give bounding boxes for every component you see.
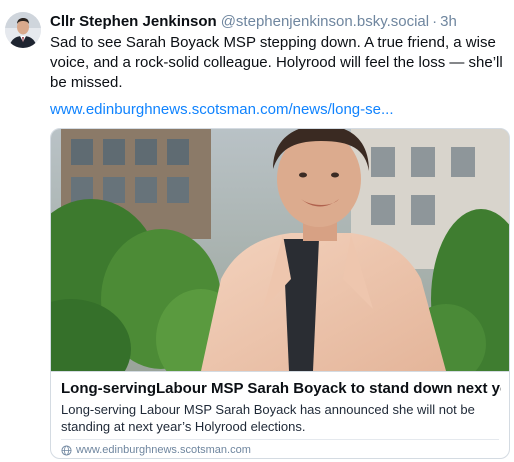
card-domain: www.edinburghnews.scotsman.com bbox=[76, 444, 251, 456]
post-header: Cllr Stephen Jenkinson @stephenjenkinson.… bbox=[50, 12, 510, 32]
feed-post[interactable]: Cllr Stephen Jenkinson @stephenjenkinson.… bbox=[0, 0, 514, 462]
globe-icon bbox=[61, 444, 72, 456]
post-timestamp[interactable]: 3h bbox=[440, 13, 457, 30]
card-image bbox=[51, 129, 509, 371]
avatar-image bbox=[5, 12, 41, 48]
card-footer-divider bbox=[61, 439, 499, 440]
author-avatar[interactable] bbox=[5, 12, 41, 48]
card-divider bbox=[51, 371, 509, 372]
author-name[interactable]: Cllr Stephen Jenkinson bbox=[50, 13, 217, 30]
post-text: Sad to see Sarah Boyack MSP stepping dow… bbox=[50, 34, 503, 91]
card-domain-row: www.edinburghnews.scotsman.com bbox=[61, 442, 251, 458]
header-separator: · bbox=[432, 13, 438, 30]
person-photo-icon bbox=[51, 129, 509, 371]
card-description: Long-serving Labour MSP Sarah Boyack has… bbox=[61, 402, 475, 434]
card-title[interactable]: Long-servingLabour MSP Sarah Boyack to s… bbox=[61, 379, 501, 399]
author-handle[interactable]: @stephenjenkinson.bsky.social bbox=[221, 13, 429, 30]
post-link[interactable]: www.edinburghnews.scotsman.com/news/long… bbox=[50, 100, 394, 120]
link-preview-card[interactable]: Long-servingLabour MSP Sarah Boyack to s… bbox=[50, 128, 510, 459]
